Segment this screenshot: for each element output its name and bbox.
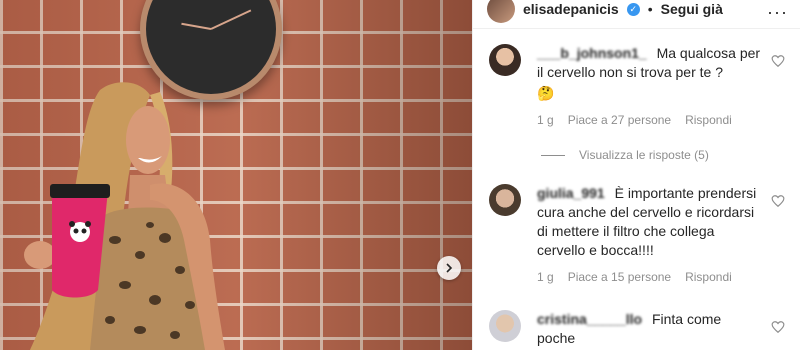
like-heart-icon[interactable] — [771, 54, 785, 68]
commenter-username[interactable]: cristina_____llo — [537, 311, 642, 327]
comment-body: cristina_____llo Finta come poche — [537, 310, 761, 348]
more-icon[interactable]: ··· — [767, 2, 788, 23]
next-photo-button[interactable] — [437, 256, 461, 280]
view-replies-label[interactable]: Visualizza le risposte (5) — [579, 148, 709, 162]
comment-time: 1 g — [537, 113, 554, 127]
comment-likes[interactable]: Piace a 15 persone — [568, 270, 671, 284]
header-separator: • — [647, 1, 653, 17]
commenter-avatar[interactable] — [489, 310, 521, 342]
comment-item: ___b_johnson1_ Ma qualcosa per il cervel… — [489, 44, 789, 144]
verified-badge-icon: ✓ — [626, 2, 640, 16]
commenter-avatar[interactable] — [489, 44, 521, 76]
comments-panel: elisadepanicis ✓ • Segui già ··· ___b_jo… — [472, 0, 800, 350]
follow-button[interactable]: Segui già — [661, 1, 723, 17]
comment-body: giulia_991 È importante prendersi cura a… — [537, 184, 761, 260]
replies-line — [541, 154, 565, 156]
author-username[interactable]: elisadepanicis — [523, 1, 619, 17]
like-heart-icon[interactable] — [771, 320, 785, 334]
author-avatar[interactable] — [487, 0, 515, 23]
header-divider — [473, 28, 800, 29]
comment-body: ___b_johnson1_ Ma qualcosa per il cervel… — [537, 44, 761, 103]
comment-likes[interactable]: Piace a 27 persone — [568, 113, 671, 127]
reply-button[interactable]: Rispondi — [685, 113, 732, 127]
comment-emoji: 🤔 — [537, 85, 555, 101]
view-replies-button[interactable]: Visualizza le risposte (5) — [541, 148, 709, 162]
comment-item: cristina_____llo Finta come poche — [489, 310, 789, 350]
comment-meta: 1 g Piace a 15 persone Rispondi — [537, 270, 732, 284]
like-heart-icon[interactable] — [771, 194, 785, 208]
commenter-avatar[interactable] — [489, 184, 521, 216]
woman-figure — [24, 82, 225, 350]
reply-button[interactable]: Rispondi — [685, 270, 732, 284]
comment-time: 1 g — [537, 270, 554, 284]
post-photo — [0, 0, 472, 350]
post-header: elisadepanicis ✓ • Segui già — [487, 0, 723, 24]
commenter-username[interactable]: ___b_johnson1_ — [537, 45, 647, 61]
comment-meta: 1 g Piace a 27 persone Rispondi — [537, 113, 732, 127]
comment-item: giulia_991 È importante prendersi cura a… — [489, 184, 789, 294]
commenter-username[interactable]: giulia_991 — [537, 185, 605, 201]
chevron-right-icon — [446, 263, 453, 273]
